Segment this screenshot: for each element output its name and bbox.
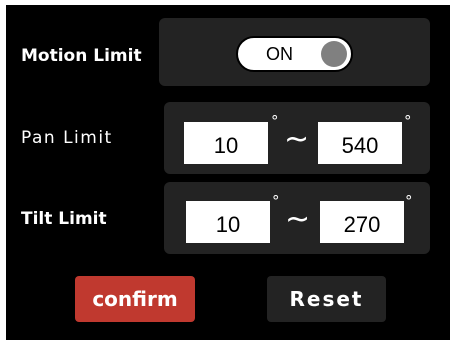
motion-limit-label: Motion Limit xyxy=(21,46,142,66)
pan-range-separator: ~ xyxy=(284,122,310,157)
toggle-knob xyxy=(321,41,347,67)
tilt-min-degree-symbol: ° xyxy=(272,192,280,210)
tilt-min-input[interactable] xyxy=(186,201,270,243)
pan-max-input[interactable] xyxy=(318,122,402,164)
pan-limit-label: Pan Limit xyxy=(21,128,113,148)
motion-limit-toggle[interactable]: ON xyxy=(236,36,353,72)
confirm-button[interactable]: confirm xyxy=(75,276,195,322)
tilt-limit-label: Tilt Limit xyxy=(21,209,107,229)
tilt-max-degree-symbol: ° xyxy=(405,192,413,210)
pan-min-input[interactable] xyxy=(184,122,268,164)
reset-button[interactable]: Reset xyxy=(267,276,386,322)
toggle-state-text: ON xyxy=(266,44,293,64)
pan-max-degree-symbol: ° xyxy=(404,112,412,130)
pan-min-degree-symbol: ° xyxy=(271,112,279,130)
tilt-range-separator: ~ xyxy=(285,202,311,237)
tilt-max-input[interactable] xyxy=(320,201,404,243)
